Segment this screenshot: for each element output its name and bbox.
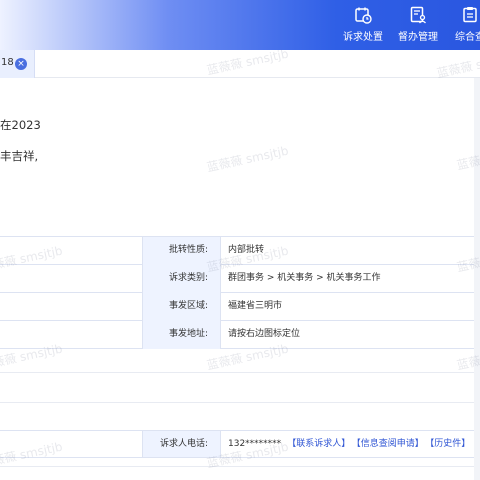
- field-label: 事发区域:: [142, 293, 221, 321]
- nav-supervision[interactable]: 督办管理: [388, 6, 448, 43]
- tab-bar: 18 ×: [0, 50, 480, 78]
- table-row: 诉求类别: 群团事务 > 机关事务 > 机关事务工作: [0, 265, 474, 293]
- field-value: 内部批转: [228, 245, 265, 255]
- field-label: 批转性质:: [142, 237, 221, 265]
- nav-label: 综合查: [455, 32, 480, 43]
- field-label: 事发地址:: [142, 321, 221, 349]
- field-value: 请按右边图标定位: [228, 329, 301, 339]
- nav-label: 诉求处置: [343, 32, 383, 43]
- top-header: 诉求处置 督办管理 综合查: [0, 0, 480, 50]
- field-label: 诉求类别:: [142, 265, 221, 293]
- field-label: 诉求人电话:: [142, 431, 221, 457]
- contact-petitioner-link[interactable]: 【联系诉求人】: [287, 439, 350, 449]
- table-row: 事发区域: 福建省三明市: [0, 293, 474, 321]
- table-row: 批转性质: 内部批转: [0, 237, 474, 265]
- scrollbar-track[interactable]: [474, 78, 480, 480]
- phone-number: 132********: [228, 439, 282, 449]
- watermark: 蓝薇薇 smsjtjb: [205, 143, 290, 175]
- tab-current[interactable]: 18 ×: [0, 50, 35, 78]
- document-user-icon: [410, 6, 426, 24]
- description-line-2: 丰吉祥,: [0, 149, 39, 163]
- field-value: 群团事务 > 机关事务 > 机关事务工作: [228, 273, 381, 283]
- divider: [0, 372, 474, 373]
- tab-label: 18: [1, 57, 14, 68]
- close-icon[interactable]: ×: [15, 58, 27, 70]
- info-access-request-link[interactable]: 【信息查阅申请】: [356, 439, 424, 449]
- detail-table: 批转性质: 内部批转 诉求类别: 群团事务 > 机关事务 > 机关事务工作 事发…: [0, 236, 474, 349]
- table-row-petitioner: 诉求人电话: 132******** 【联系诉求人】 【信息查阅申请】 【历史件】: [0, 430, 474, 458]
- nav-comprehensive-query[interactable]: 综合查: [440, 6, 480, 43]
- description-line-1: 在2023: [0, 118, 41, 132]
- calendar-clock-icon: [355, 7, 372, 24]
- divider: [0, 402, 474, 403]
- field-value: 132******** 【联系诉求人】 【信息查阅申请】 【历史件】: [228, 431, 470, 457]
- history-link[interactable]: 【历史件】: [430, 439, 471, 449]
- field-value: 福建省三明市: [228, 301, 283, 311]
- divider: [0, 466, 474, 467]
- nav-appeal-handling[interactable]: 诉求处置: [333, 6, 393, 43]
- table-row: 事发地址: 请按右边图标定位: [0, 321, 474, 349]
- clipboard-icon: [463, 7, 477, 23]
- nav-label: 督办管理: [398, 32, 438, 43]
